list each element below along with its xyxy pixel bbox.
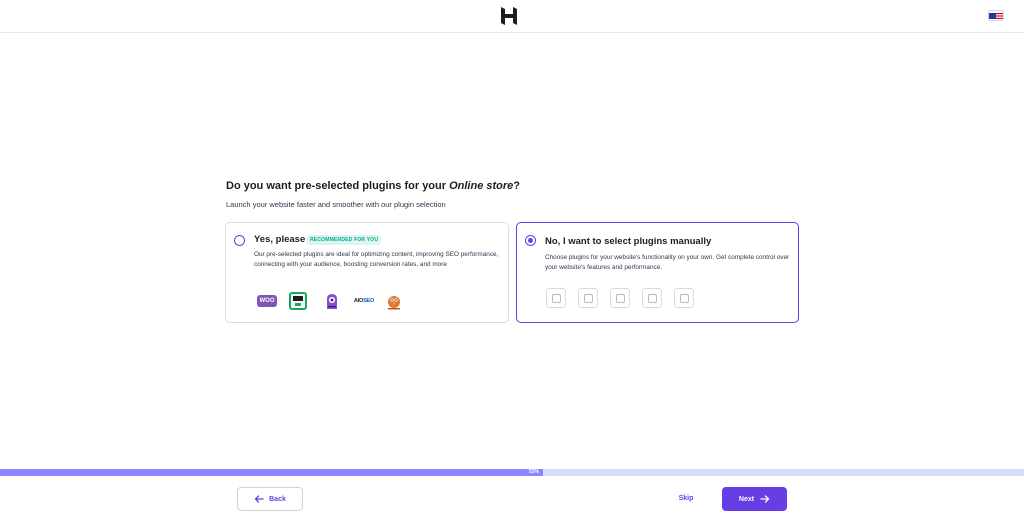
- page-title: Do you want pre-selected plugins for you…: [226, 180, 521, 192]
- top-bar: [0, 0, 1024, 33]
- arrow-right-icon: [760, 495, 770, 503]
- site-type-emphasis: Online store: [449, 180, 514, 192]
- back-button[interactable]: Back: [237, 487, 303, 511]
- page-subtitle: Launch your website faster and smoother …: [226, 200, 446, 209]
- next-button-label: Next: [738, 495, 755, 503]
- us-flag-icon[interactable]: [988, 10, 1004, 21]
- next-button[interactable]: Next: [722, 487, 787, 511]
- back-button-label: Back: [269, 495, 286, 503]
- skip-button[interactable]: Skip: [672, 493, 700, 505]
- recommended-badge: RECOMMENDED FOR YOU: [307, 235, 382, 245]
- option-card-manual[interactable]: No, I want to select plugins manually Ch…: [516, 222, 799, 323]
- plugin-placeholder-icon: [578, 288, 598, 308]
- plugin-placeholder-icon: [610, 288, 630, 308]
- hostinger-logo-icon[interactable]: [501, 7, 517, 25]
- woocommerce-icon: WOO: [256, 291, 278, 311]
- arrow-left-icon: [254, 495, 264, 503]
- smash-balloon-icon: [288, 291, 308, 311]
- radio-button-yes[interactable]: [234, 235, 245, 246]
- progress-bar: 53%: [0, 469, 1024, 476]
- plugin-placeholder-icon: [642, 288, 662, 308]
- plugin-placeholder-icon: [674, 288, 694, 308]
- aioseo-icon: AIOSEO: [353, 298, 375, 304]
- option-card-preselected[interactable]: Yes, please RECOMMENDED FOR YOU Our pre-…: [225, 222, 509, 323]
- progress-bar-fill: [0, 469, 543, 476]
- radio-button-no[interactable]: [525, 235, 536, 246]
- option-title-yes: Yes, please: [254, 234, 306, 245]
- plugin-placeholder-icon: [546, 288, 566, 308]
- progress-label: 53%: [529, 469, 540, 475]
- option-description-no: Choose plugins for your website's functi…: [545, 254, 790, 272]
- wpforms-icon: [384, 291, 404, 311]
- option-description-yes: Our pre-selected plugins are ideal for o…: [254, 251, 499, 269]
- option-title-no: No, I want to select plugins manually: [545, 236, 712, 247]
- monsterinsights-icon: [322, 291, 342, 311]
